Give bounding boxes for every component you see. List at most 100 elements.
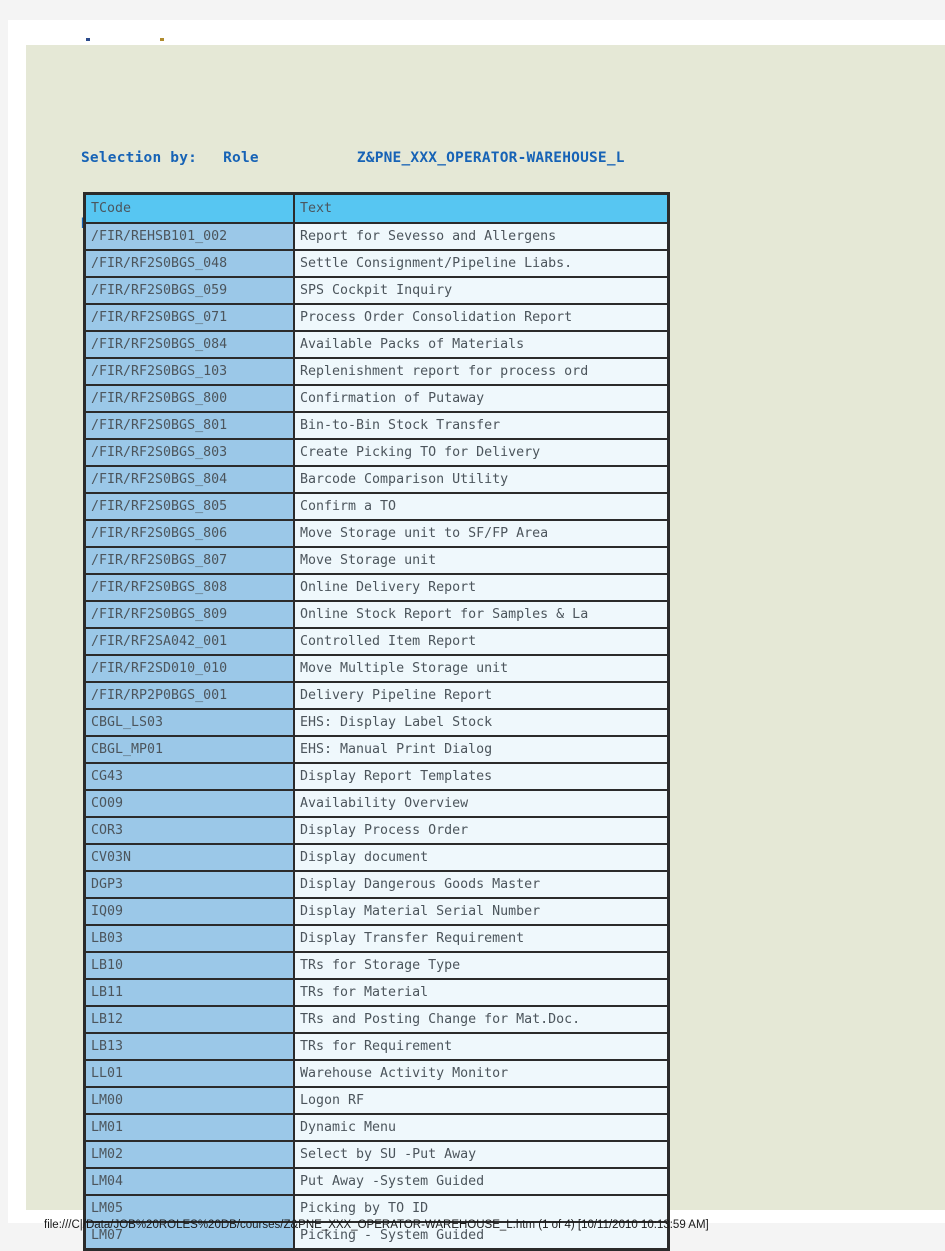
table-row: /FIR/RF2S0BGS_084 Available Packs of Mate… xyxy=(85,331,668,358)
table-row: /FIR/RF2S0BGS_103 Replenishment report fo… xyxy=(85,358,668,385)
table-row: LB12 TRs and Posting Change for Mat.Doc. xyxy=(85,1006,668,1033)
cell-text: Warehouse Activity Monitor xyxy=(294,1060,668,1087)
table-row: CG43 Display Report Templates xyxy=(85,763,668,790)
cell-tcode: LL01 xyxy=(85,1060,294,1087)
cell-tcode: /FIR/RF2S0BGS_809 xyxy=(85,601,294,628)
cell-text: Bin-to-Bin Stock Transfer xyxy=(294,412,668,439)
cell-tcode: /FIR/RF2S0BGS_071 xyxy=(85,304,294,331)
document-canvas: Selection by: Role Z&PNE_XXX_OPERATOR-WARE… xyxy=(26,45,945,1251)
selection-kind: Role xyxy=(223,150,259,166)
cell-tcode: /FIR/REHSB101_002 xyxy=(85,223,294,250)
cell-tcode: COR3 xyxy=(85,817,294,844)
cell-text: Controlled Item Report xyxy=(294,628,668,655)
cell-text: Available Packs of Materials xyxy=(294,331,668,358)
cell-tcode: LB11 xyxy=(85,979,294,1006)
cell-tcode: /FIR/RF2SD010_010 xyxy=(85,655,294,682)
table-row: LM00 Logon RF xyxy=(85,1087,668,1114)
cell-text: Barcode Comparison Utility xyxy=(294,466,668,493)
cell-tcode: /FIR/RF2S0BGS_103 xyxy=(85,358,294,385)
cell-tcode: /FIR/RF2S0BGS_806 xyxy=(85,520,294,547)
role-key: Z&PNE_XXX_OPERATOR-WAREHOUSE_L xyxy=(356,150,625,166)
table-row: LB10 TRs for Storage Type xyxy=(85,952,668,979)
cell-tcode: /FIR/RF2S0BGS_084 xyxy=(85,331,294,358)
clipped-glyph-artifact-right xyxy=(160,38,164,41)
table-row: /FIR/RF2S0BGS_806 Move Storage unit to SF… xyxy=(85,520,668,547)
cell-tcode: CG43 xyxy=(85,763,294,790)
table-row: /FIR/RF2S0BGS_808 Online Delivery Report xyxy=(85,574,668,601)
cell-text: TRs for Storage Type xyxy=(294,952,668,979)
cell-text: Create Picking TO for Delivery xyxy=(294,439,668,466)
table-row: CBGL_MP01 EHS: Manual Print Dialog xyxy=(85,736,668,763)
cell-tcode: LB13 xyxy=(85,1033,294,1060)
cell-tcode: CBGL_MP01 xyxy=(85,736,294,763)
table-row: LL01 Warehouse Activity Monitor xyxy=(85,1060,668,1087)
cell-tcode: /FIR/RF2S0BGS_807 xyxy=(85,547,294,574)
table-row: /FIR/RP2P0BGS_001 Delivery Pipeline Repor… xyxy=(85,682,668,709)
clipped-glyph-artifact-left xyxy=(86,38,90,41)
cell-text: Display Material Serial Number xyxy=(294,898,668,925)
table-row: LM01 Dynamic Menu xyxy=(85,1114,668,1141)
cell-text: SPS Cockpit Inquiry xyxy=(294,277,668,304)
table-header-row: TCode Text xyxy=(85,194,668,223)
cell-text: Logon RF xyxy=(294,1087,668,1114)
cell-text: Display Report Templates xyxy=(294,763,668,790)
cell-text: Display Transfer Requirement xyxy=(294,925,668,952)
table-row: /FIR/RF2SA042_001 Controlled Item Report xyxy=(85,628,668,655)
cell-tcode: IQ09 xyxy=(85,898,294,925)
table-row: /FIR/RF2S0BGS_059 SPS Cockpit Inquiry xyxy=(85,277,668,304)
cell-text: Move Multiple Storage unit xyxy=(294,655,668,682)
table-row: /FIR/RF2S0BGS_048 Settle Consignment/Pipe… xyxy=(85,250,668,277)
cell-tcode: LM05 xyxy=(85,1195,294,1222)
cell-text: Move Storage unit to SF/FP Area xyxy=(294,520,668,547)
tcode-table-container: TCode Text /FIR/REHSB101_002 Report for S… xyxy=(83,192,670,1251)
cell-tcode: /FIR/RF2S0BGS_801 xyxy=(85,412,294,439)
cell-text: Confirm a TO xyxy=(294,493,668,520)
cell-text: Online Stock Report for Samples & La xyxy=(294,601,668,628)
table-row: /FIR/RF2S0BGS_800 Confirmation of Putaway xyxy=(85,385,668,412)
cell-tcode: /FIR/RP2P0BGS_001 xyxy=(85,682,294,709)
tcode-table-head: TCode Text xyxy=(85,194,668,223)
table-row: LB03 Display Transfer Requirement xyxy=(85,925,668,952)
cell-text: Put Away -System Guided xyxy=(294,1168,668,1195)
cell-text: Display document xyxy=(294,844,668,871)
cell-tcode: LM00 xyxy=(85,1087,294,1114)
cell-text: Picking by TO ID xyxy=(294,1195,668,1222)
table-row: IQ09 Display Material Serial Number xyxy=(85,898,668,925)
cell-tcode: LM02 xyxy=(85,1141,294,1168)
cell-tcode: /FIR/RF2S0BGS_059 xyxy=(85,277,294,304)
table-row: CBGL_LS03 EHS: Display Label Stock xyxy=(85,709,668,736)
table-row: /FIR/RF2S0BGS_071 Process Order Consolida… xyxy=(85,304,668,331)
cell-text: TRs for Requirement xyxy=(294,1033,668,1060)
table-row: LB13 TRs for Requirement xyxy=(85,1033,668,1060)
table-row: LM02 Select by SU -Put Away xyxy=(85,1141,668,1168)
table-row: /FIR/RF2S0BGS_801 Bin-to-Bin Stock Transf… xyxy=(85,412,668,439)
cell-text: Delivery Pipeline Report xyxy=(294,682,668,709)
cell-text: TRs and Posting Change for Mat.Doc. xyxy=(294,1006,668,1033)
selection-by-label: Selection by: xyxy=(81,150,198,166)
cell-text: Dynamic Menu xyxy=(294,1114,668,1141)
report-heading-line-1: Selection by: Role Z&PNE_XXX_OPERATOR-WARE… xyxy=(81,147,625,169)
table-row: CO09 Availability Overview xyxy=(85,790,668,817)
cell-text: Settle Consignment/Pipeline Liabs. xyxy=(294,250,668,277)
cell-text: Confirmation of Putaway xyxy=(294,385,668,412)
table-row: DGP3 Display Dangerous Goods Master xyxy=(85,871,668,898)
cell-tcode: /FIR/RF2S0BGS_808 xyxy=(85,574,294,601)
cell-text: Availability Overview xyxy=(294,790,668,817)
cell-tcode: /FIR/RF2S0BGS_804 xyxy=(85,466,294,493)
print-preview-root: Selection by: Role Z&PNE_XXX_OPERATOR-WARE… xyxy=(0,0,945,1251)
cell-tcode: /FIR/RF2S0BGS_800 xyxy=(85,385,294,412)
table-row: /FIR/RF2S0BGS_807 Move Storage unit xyxy=(85,547,668,574)
cell-tcode: CO09 xyxy=(85,790,294,817)
table-row: /FIR/RF2SD010_010 Move Multiple Storage u… xyxy=(85,655,668,682)
table-row: /FIR/RF2S0BGS_805 Confirm a TO xyxy=(85,493,668,520)
cell-text: Report for Sevesso and Allergens xyxy=(294,223,668,250)
cell-tcode: CBGL_LS03 xyxy=(85,709,294,736)
cell-tcode: LB03 xyxy=(85,925,294,952)
cell-tcode: LB10 xyxy=(85,952,294,979)
cell-text: Replenishment report for process ord xyxy=(294,358,668,385)
cell-tcode: /FIR/RF2S0BGS_805 xyxy=(85,493,294,520)
cell-text: EHS: Display Label Stock xyxy=(294,709,668,736)
cell-tcode: LB12 xyxy=(85,1006,294,1033)
table-row: /FIR/RF2S0BGS_803 Create Picking TO for D… xyxy=(85,439,668,466)
tcode-table: TCode Text /FIR/REHSB101_002 Report for S… xyxy=(83,192,670,1251)
